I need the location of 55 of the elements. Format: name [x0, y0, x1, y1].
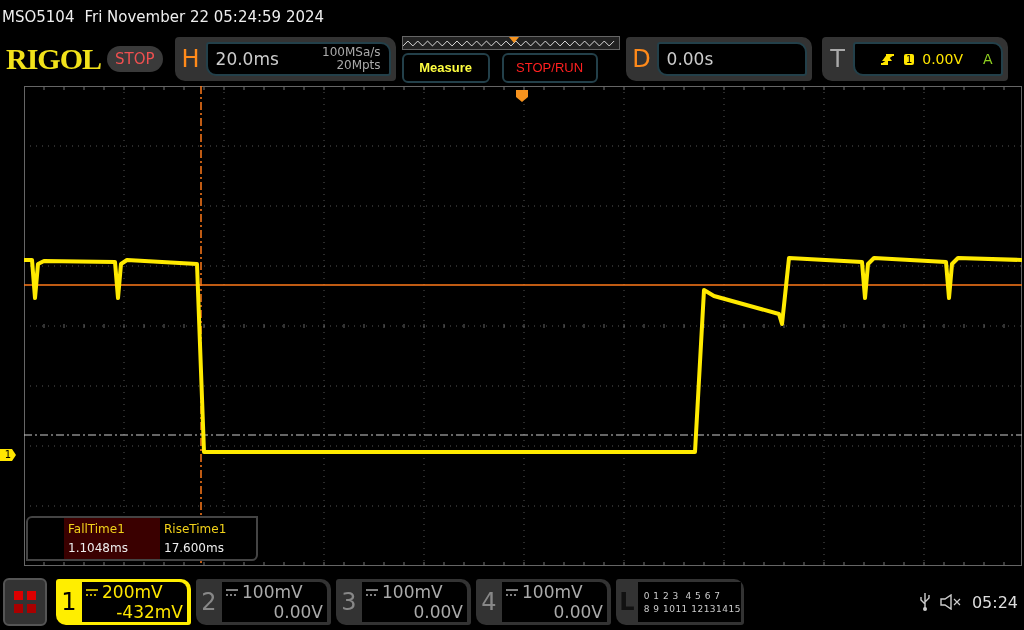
- speaker-muted-icon: [939, 594, 962, 610]
- channel-number: 2: [200, 588, 218, 616]
- position-marker-icon: [508, 36, 519, 43]
- measurement-item[interactable]: RiseTime1 17.600ms: [160, 518, 256, 559]
- channel-offset: -432mV: [115, 602, 183, 622]
- trigger-position-icon[interactable]: [516, 90, 528, 102]
- channel-number: 1: [60, 588, 78, 616]
- delay-label: D: [631, 45, 652, 73]
- trigger-source: 1: [903, 53, 915, 65]
- channel-scale: 100mV: [382, 582, 443, 602]
- delay-display[interactable]: 0.00s: [656, 42, 807, 76]
- model-name: MSO5104: [2, 8, 75, 26]
- measurement-label: FallTime1: [68, 522, 126, 537]
- channel-offset: 0.00V: [552, 602, 603, 622]
- memory-depth: 20Mpts: [336, 59, 381, 72]
- measure-button[interactable]: Measure: [401, 52, 490, 83]
- channel-panel[interactable]: 1 200mV -432mV: [56, 579, 191, 625]
- trigger-level: 0.00V: [922, 51, 963, 67]
- stop-run-button[interactable]: STOP/RUN: [501, 52, 598, 83]
- timebase-value: 20.0ms: [215, 49, 279, 69]
- channel-number: 4: [480, 588, 498, 616]
- horizontal-label: H: [180, 45, 201, 73]
- channel-panel[interactable]: 4 100mV 0.00V: [476, 579, 611, 625]
- channel-panel[interactable]: 3 100mV 0.00V: [336, 579, 471, 625]
- date-time: Fri November 22 05:24:59 2024: [84, 8, 325, 26]
- channel-scale: 100mV: [522, 582, 583, 602]
- measurement-label: RiseTime1: [164, 522, 228, 537]
- measurement-item[interactable]: FallTime1 1.1048ms: [64, 518, 160, 559]
- logic-channel-numbers: 8 9 1011 12131415: [643, 603, 741, 614]
- dc-coupling-icon: [506, 588, 518, 596]
- grid-squares-icon: [14, 591, 36, 613]
- channel-scale: 100mV: [242, 582, 303, 602]
- trigger-mode: A: [983, 51, 993, 67]
- measurement-value: 17.600ms: [164, 540, 225, 555]
- logic-channel-numbers: 0 1 2 3 4 5 6 7: [643, 590, 722, 601]
- channel-panel[interactable]: 2 100mV 0.00V: [196, 579, 331, 625]
- delay-value: 0.00s: [666, 49, 714, 69]
- horizontal-display[interactable]: 20.0ms 100MSa/s 20Mpts: [205, 42, 391, 76]
- channel-marker[interactable]: 1: [0, 449, 16, 461]
- dc-coupling-icon: [226, 588, 238, 596]
- sample-rate: 100MSa/s: [322, 46, 381, 59]
- channel-number: 3: [340, 588, 358, 616]
- dc-coupling-icon: [366, 588, 378, 596]
- brand-logo: RIGOL: [6, 42, 102, 76]
- rising-edge-icon: [879, 52, 896, 66]
- menu-button[interactable]: [3, 578, 47, 626]
- channel-offset: 0.00V: [272, 602, 323, 622]
- channel-offset: 0.00V: [412, 602, 463, 622]
- usb-icon: [919, 593, 930, 611]
- channel-scale: 200mV: [102, 582, 163, 602]
- trigger-display[interactable]: 1 0.00V A: [852, 42, 1003, 76]
- measurement-value: 1.1048ms: [68, 540, 129, 555]
- dc-coupling-icon: [86, 588, 98, 596]
- trigger-label: T: [829, 45, 846, 73]
- clock-time: 05:24: [971, 592, 1018, 612]
